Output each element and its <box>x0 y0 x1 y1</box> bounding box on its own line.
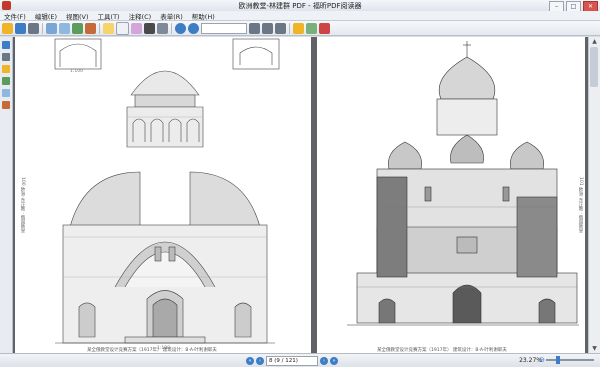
pdf-page-left: 1:100 1:100 100 欧洲·东正教 · 俄国教堂 某全俄教堂设计竞赛方… <box>15 37 311 353</box>
menu-bar: 文件(F) 编辑(E) 视图(V) 工具(T) 注释(C) 表单(R) 帮助(H… <box>0 11 600 21</box>
email-icon[interactable] <box>46 22 57 34</box>
menu-file[interactable]: 文件(F) <box>4 11 26 21</box>
menu-tools[interactable]: 工具(T) <box>98 11 120 21</box>
scan-icon[interactable] <box>59 22 70 34</box>
previous-page-icon[interactable]: ‹ <box>256 357 264 365</box>
page-navigation: « ‹ 8 (9 / 121) › » <box>246 356 338 366</box>
page-number-field[interactable]: 8 (9 / 121) <box>266 356 318 366</box>
pdf-page-right: 101 欧洲·东正教 · 俄国教堂 某全俄教堂设计竞赛方案（1917年） 建筑设… <box>317 37 585 353</box>
select-text-icon[interactable] <box>116 21 129 35</box>
print-icon[interactable] <box>28 22 39 34</box>
text-icon[interactable] <box>144 22 155 34</box>
signature-icon[interactable] <box>2 101 10 109</box>
typewriter-icon[interactable] <box>319 22 330 34</box>
menu-form[interactable]: 表单(R) <box>160 11 183 21</box>
last-page-icon[interactable]: » <box>330 357 338 365</box>
toolbar-separator <box>289 22 290 34</box>
actual-size-icon[interactable] <box>275 22 286 34</box>
thumbnail-icon[interactable] <box>2 53 10 61</box>
comments-icon[interactable] <box>2 77 10 85</box>
rotate-icon[interactable] <box>85 22 96 34</box>
first-page-icon[interactable]: « <box>246 357 254 365</box>
document-area[interactable]: 1:100 1:100 100 欧洲·东正教 · 俄国教堂 某全俄教堂设计竞赛方… <box>13 37 589 353</box>
drawing-label: 1:100 <box>70 69 83 74</box>
status-bar: « ‹ 8 (9 / 121) › » ⊖ 23.27% <box>0 353 600 367</box>
zoom-field[interactable] <box>201 22 247 34</box>
open-icon[interactable] <box>2 22 13 34</box>
note-icon[interactable] <box>293 22 304 34</box>
toolbar-separator <box>171 22 172 34</box>
onion-dome-church-drawing <box>347 41 579 326</box>
window-title: 欧洲教堂-林建群 PDF - 福昕PDF阅读器 <box>238 2 362 10</box>
snapshot-icon[interactable] <box>131 22 142 34</box>
vertical-scrollbar[interactable]: ▲ ▼ <box>588 37 600 353</box>
menu-help[interactable]: 帮助(H) <box>192 11 215 21</box>
zoom-out-icon[interactable] <box>188 22 199 34</box>
page-side-text: 101 欧洲·东正教 · 俄国教堂 <box>578 177 583 234</box>
scroll-thumb[interactable] <box>590 47 598 87</box>
zoom-in-icon[interactable] <box>175 22 186 34</box>
scroll-up-icon[interactable]: ▲ <box>589 37 600 46</box>
cathedral-elevation-drawing <box>54 38 280 344</box>
toolbar-separator <box>99 22 100 34</box>
highlight-icon[interactable] <box>306 22 317 34</box>
image-icon[interactable] <box>157 22 168 34</box>
fit-width-icon[interactable] <box>262 22 273 34</box>
zoom-slider-handle[interactable] <box>556 356 560 364</box>
toolbar <box>0 21 600 36</box>
next-page-icon[interactable]: › <box>320 357 328 365</box>
scroll-down-icon[interactable]: ▼ <box>589 344 600 353</box>
zoom-slider[interactable] <box>546 356 594 364</box>
toolbar-separator <box>42 22 43 34</box>
menu-edit[interactable]: 编辑(E) <box>35 11 57 21</box>
bookmark-icon[interactable] <box>2 41 10 49</box>
attachment-icon[interactable] <box>2 89 10 97</box>
page-icon[interactable] <box>72 22 83 34</box>
menu-view[interactable]: 视图(V) <box>66 11 89 21</box>
hand-tool-icon[interactable] <box>103 22 114 34</box>
page-side-text: 100 欧洲·东正教 · 俄国教堂 <box>20 177 25 234</box>
fit-page-icon[interactable] <box>249 22 260 34</box>
save-icon[interactable] <box>15 22 26 34</box>
zoom-level: 23.27% <box>519 357 542 364</box>
menu-comment[interactable]: 注释(C) <box>129 11 152 21</box>
navigation-sidebar <box>0 37 13 353</box>
layers-icon[interactable] <box>2 65 10 73</box>
